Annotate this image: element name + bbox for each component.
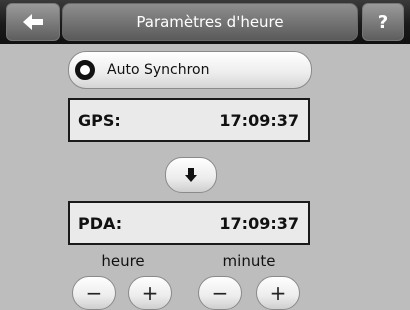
radio-ring-icon xyxy=(75,60,95,80)
page-title: Paramètres d'heure xyxy=(62,3,358,41)
copy-gps-time-button[interactable] xyxy=(165,157,217,193)
pda-time-display: PDA: 17:09:37 xyxy=(68,201,310,245)
auto-sync-toggle[interactable]: Auto Synchron xyxy=(68,51,312,89)
arrow-left-icon xyxy=(23,14,43,30)
pda-time: 17:09:37 xyxy=(219,213,299,233)
hour-decrement-button[interactable]: − xyxy=(72,276,116,310)
hour-label: heure xyxy=(101,252,145,270)
arrow-down-icon xyxy=(185,168,197,182)
gps-time-display: GPS: 17:09:37 xyxy=(68,98,310,142)
header-bar: Paramètres d'heure ? xyxy=(0,0,410,44)
minute-decrement-button[interactable]: − xyxy=(198,276,242,310)
minute-label: minute xyxy=(222,252,276,270)
minute-increment-button[interactable]: + xyxy=(256,276,300,310)
gps-time: 17:09:37 xyxy=(219,110,299,130)
auto-sync-label: Auto Synchron xyxy=(107,62,210,78)
hour-increment-button[interactable]: + xyxy=(128,276,172,310)
gps-label: GPS: xyxy=(78,110,121,130)
back-button[interactable] xyxy=(6,3,60,41)
pda-label: PDA: xyxy=(78,213,123,233)
help-button[interactable]: ? xyxy=(362,3,404,41)
